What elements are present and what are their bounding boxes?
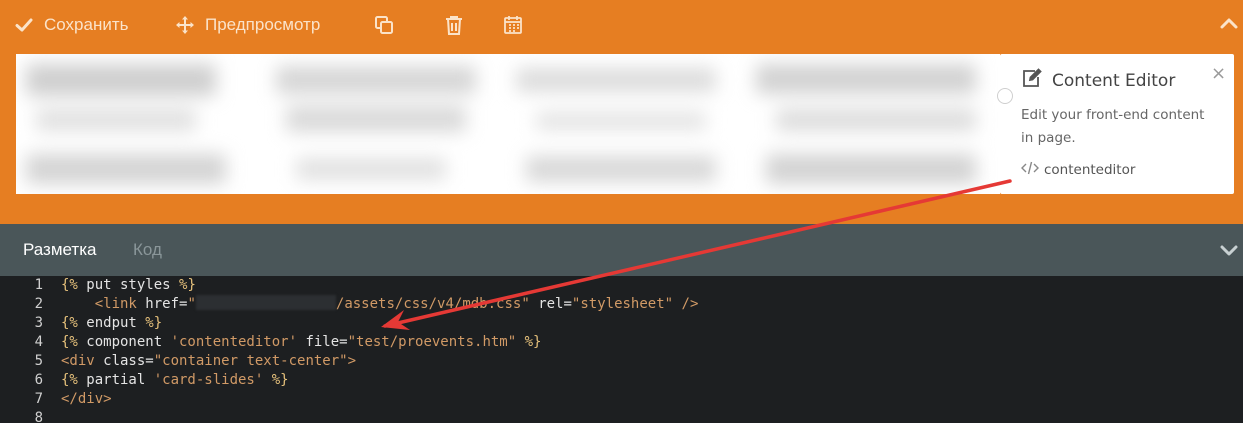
preview-label: Предпросмотр <box>205 15 321 34</box>
tab-markup[interactable]: Разметка <box>23 240 96 260</box>
delete-button[interactable] <box>444 0 464 50</box>
code-line: {% endput %} <box>61 315 163 331</box>
redacted-url <box>195 295 336 310</box>
edit-icon <box>1021 68 1043 93</box>
screen: Сохранить Предпросмотр Content Editor × … <box>0 0 1243 423</box>
line-number-gutter: 1 2 3 4 5 6 7 8 <box>0 276 61 423</box>
calendar-button[interactable] <box>503 0 523 50</box>
line-number: 2 <box>34 296 43 312</box>
line-number: 1 <box>34 277 43 293</box>
editor-tabs-bar: Разметка Код <box>0 224 1243 276</box>
popover-pointer <box>997 88 1013 104</box>
toolbar: Сохранить Предпросмотр <box>0 0 1243 50</box>
code-icon <box>1021 161 1039 179</box>
chevron-down-icon <box>1219 245 1239 264</box>
blurred-content <box>16 54 1000 194</box>
save-button[interactable]: Сохранить <box>14 0 128 50</box>
line-number: 4 <box>34 334 43 350</box>
popover-header: Content Editor <box>1021 68 1175 93</box>
chevron-up-icon <box>1219 18 1239 38</box>
line-number: 7 <box>34 391 43 407</box>
collapse-editor-button[interactable] <box>1219 240 1239 260</box>
calendar-icon <box>503 15 523 35</box>
popover-component-alias: contenteditor <box>1021 161 1135 179</box>
check-icon <box>14 15 34 35</box>
preview-button[interactable]: Предпросмотр <box>175 0 320 50</box>
move-icon <box>175 15 195 35</box>
code-line: <div class="container text-center"> <box>61 353 357 369</box>
trash-icon <box>444 15 464 35</box>
save-label: Сохранить <box>44 15 129 34</box>
collapse-toolbar-button[interactable] <box>1219 14 1239 34</box>
line-number: 6 <box>34 372 43 388</box>
code-line: {% partial 'card-slides' %} <box>61 372 289 388</box>
popover-title: Content Editor <box>1052 70 1176 91</box>
close-popover-button[interactable]: × <box>1211 64 1226 84</box>
code-line: {% component 'contenteditor' file="test/… <box>61 334 542 350</box>
code-line: </div> <box>61 391 112 407</box>
code-line: <link href="/assets/css/v4/mdb.css" rel=… <box>94 295 699 312</box>
line-number: 8 <box>34 410 43 423</box>
tab-code[interactable]: Код <box>133 240 162 260</box>
popover-description: Edit your front-end content in page. <box>1021 107 1205 146</box>
code-editor[interactable]: 1 2 3 4 5 6 7 8 {% put styles %} <link h… <box>0 276 1243 423</box>
copy-icon <box>374 15 394 35</box>
line-number: 5 <box>34 353 43 369</box>
component-alias: contenteditor <box>1044 162 1136 178</box>
code-line: {% put styles %} <box>61 277 196 293</box>
line-number: 3 <box>34 315 43 331</box>
page-preview <box>16 54 1000 194</box>
duplicate-button[interactable] <box>374 0 394 50</box>
